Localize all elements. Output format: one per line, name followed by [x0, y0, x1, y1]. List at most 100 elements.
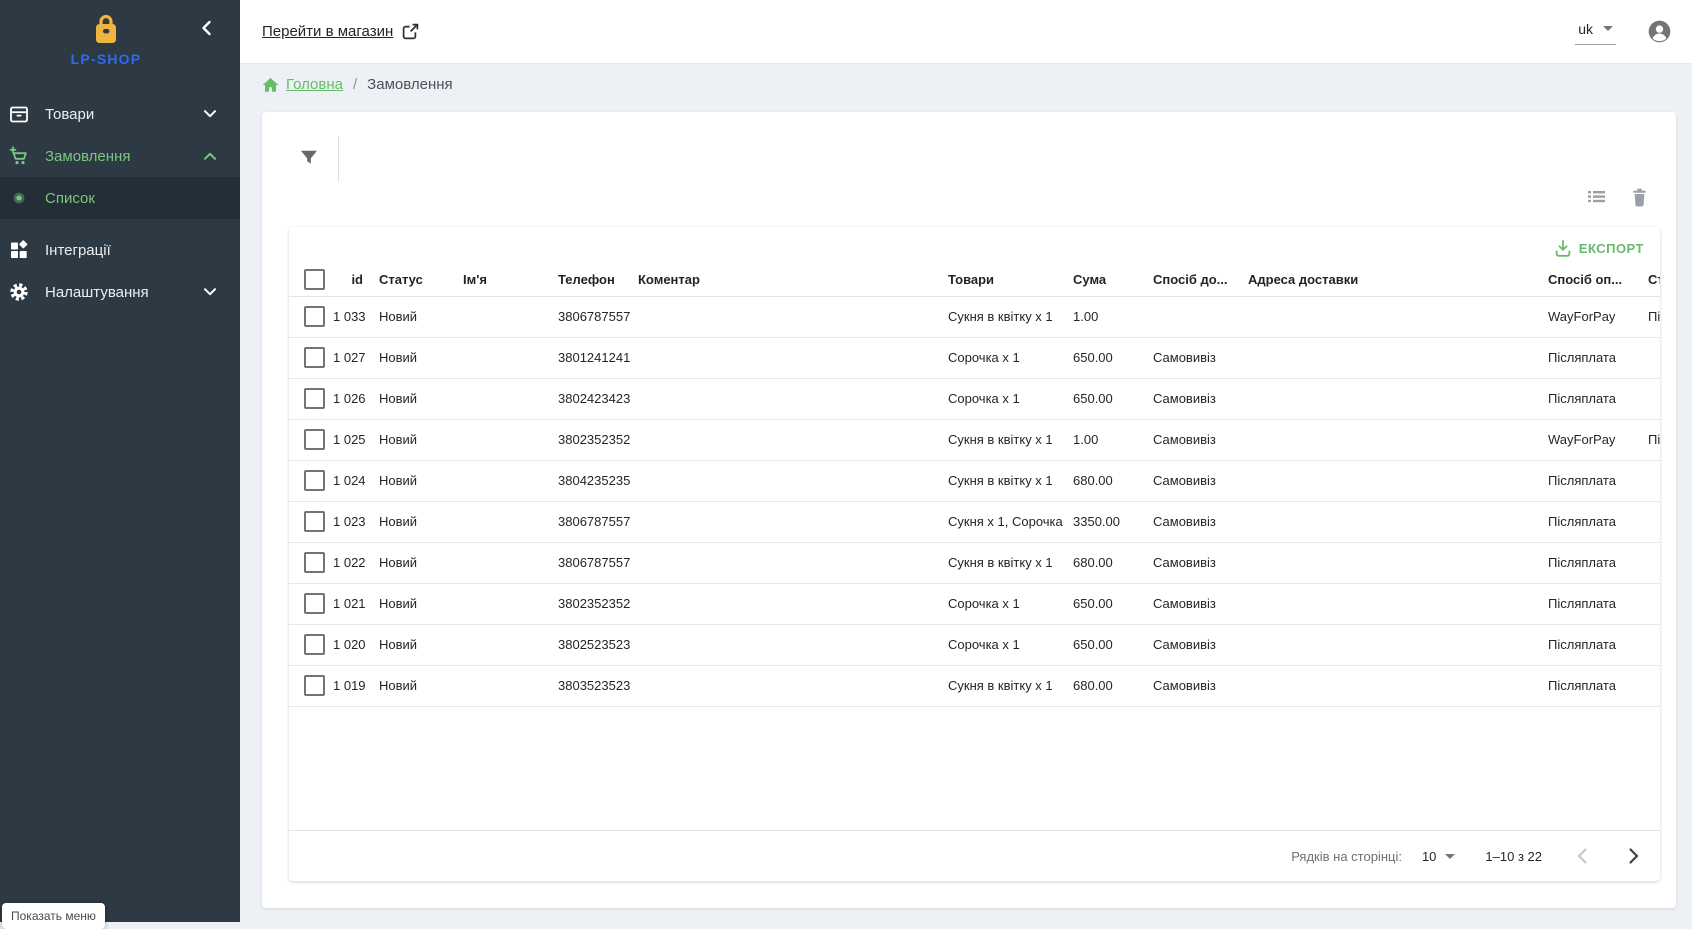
- sidebar-item-orders[interactable]: Замовлення: [0, 135, 240, 177]
- table-row[interactable]: 1 019 Новий 380352352353 Сукня в квітку …: [289, 665, 1660, 706]
- cell-comment: [630, 624, 940, 665]
- cell-name: [455, 542, 550, 583]
- table-row[interactable]: 1 025 Новий 380235235235 Сукня в квітку …: [289, 419, 1660, 460]
- cell-sum: 1.00: [1065, 419, 1145, 460]
- cell-delivery: Самовивіз: [1145, 501, 1240, 542]
- sidebar-item-products[interactable]: Товари: [0, 93, 240, 135]
- row-checkbox-cell: [289, 665, 325, 706]
- column-header-comment[interactable]: Коментар: [630, 263, 940, 296]
- cell-address: [1240, 624, 1540, 665]
- table-row[interactable]: 1 026 Новий 380242342342 Сорочка x 1 650…: [289, 378, 1660, 419]
- cell-goods: Сукня в квітку x 1: [940, 296, 1065, 337]
- cell-phone: 380242342342: [550, 378, 630, 419]
- home-icon: [262, 77, 279, 93]
- cell-status: Новий: [371, 501, 455, 542]
- cell-comment: [630, 583, 940, 624]
- cell-status: Новий: [371, 296, 455, 337]
- sidebar-item-integrations[interactable]: Інтеграції: [0, 229, 240, 271]
- row-checkbox[interactable]: [304, 388, 325, 409]
- cell-address: [1240, 665, 1540, 706]
- cell-payment: Післяплата: [1540, 501, 1640, 542]
- table-row[interactable]: 1 033 Новий 380678755765 Сукня в квітку …: [289, 296, 1660, 337]
- table-row[interactable]: 1 021 Новий 380235235235 Сорочка x 1 650…: [289, 583, 1660, 624]
- row-checkbox[interactable]: [304, 552, 325, 573]
- topbar: Перейти в магазин uk: [240, 0, 1692, 64]
- row-checkbox[interactable]: [304, 306, 325, 327]
- cell-delivery: [1145, 296, 1240, 337]
- cell-name: [455, 419, 550, 460]
- cell-id: 1 025: [325, 419, 371, 460]
- breadcrumb-home-label: Головна: [286, 76, 343, 93]
- row-checkbox[interactable]: [304, 511, 325, 532]
- row-checkbox[interactable]: [304, 347, 325, 368]
- cell-comment: [630, 501, 940, 542]
- cell-comment: [630, 296, 940, 337]
- breadcrumb-home-link[interactable]: Головна: [262, 76, 343, 93]
- table-row[interactable]: 1 027 Новий 380124124124 Сорочка x 1 650…: [289, 337, 1660, 378]
- rows-per-page-label: Рядків на сторінці:: [1291, 849, 1402, 864]
- column-header-id[interactable]: id: [325, 263, 371, 296]
- cell-status: Новий: [371, 583, 455, 624]
- rows-per-page-select[interactable]: 10: [1422, 849, 1455, 864]
- cell-payment-status: Підтверджено: [1640, 296, 1660, 337]
- export-button[interactable]: ЕКСПОРТ: [1549, 236, 1650, 261]
- column-header-status[interactable]: Статус: [371, 263, 455, 296]
- cell-sum: 3350.00: [1065, 501, 1145, 542]
- language-select[interactable]: uk: [1575, 19, 1616, 45]
- collapse-sidebar-button[interactable]: [196, 17, 218, 39]
- table-body: 1 033 Новий 380678755765 Сукня в квітку …: [289, 296, 1660, 706]
- cell-delivery: Самовивіз: [1145, 542, 1240, 583]
- column-header-payment-status[interactable]: Статус оплати: [1640, 263, 1660, 296]
- column-header-address[interactable]: Адреса доставки: [1240, 263, 1540, 296]
- row-checkbox[interactable]: [304, 593, 325, 614]
- cell-payment: Післяплата: [1540, 337, 1640, 378]
- export-label: ЕКСПОРТ: [1579, 241, 1644, 256]
- filter-button[interactable]: [296, 145, 322, 171]
- cell-payment: Післяплата: [1540, 665, 1640, 706]
- cell-phone: 380124124124: [550, 337, 630, 378]
- column-header-name[interactable]: Ім'я: [455, 263, 550, 296]
- cell-comment: [630, 460, 940, 501]
- table-row[interactable]: 1 022 Новий 380678755765 Сукня в квітку …: [289, 542, 1660, 583]
- next-page-button[interactable]: [1622, 844, 1646, 868]
- cell-phone: 380235235235: [550, 419, 630, 460]
- cell-sum: 650.00: [1065, 337, 1145, 378]
- cell-address: [1240, 583, 1540, 624]
- orders-panel: ЕКСПОРТ id Статус Ім'я: [262, 112, 1676, 908]
- cell-delivery: Самовивіз: [1145, 583, 1240, 624]
- cell-id: 1 020: [325, 624, 371, 665]
- row-checkbox[interactable]: [304, 429, 325, 450]
- prev-page-button[interactable]: [1570, 844, 1594, 868]
- cell-sum: 650.00: [1065, 378, 1145, 419]
- column-header-payment[interactable]: Спосіб оп...: [1540, 263, 1640, 296]
- external-link-icon: [402, 23, 419, 40]
- breadcrumb-separator: /: [353, 76, 357, 93]
- table-row[interactable]: 1 020 Новий 380252352352 Сорочка x 1 650…: [289, 624, 1660, 665]
- row-checkbox[interactable]: [304, 675, 325, 696]
- cell-id: 1 023: [325, 501, 371, 542]
- row-checkbox[interactable]: [304, 470, 325, 491]
- table-row[interactable]: 1 024 Новий 380423523523 Сукня в квітку …: [289, 460, 1660, 501]
- sidebar-item-orders-list[interactable]: Список: [0, 177, 240, 219]
- select-all-checkbox[interactable]: [304, 269, 325, 290]
- row-checkbox[interactable]: [304, 634, 325, 655]
- cell-comment: [630, 378, 940, 419]
- table-row[interactable]: 1 023 Новий 380678755722 Сукня x 1, Соро…: [289, 501, 1660, 542]
- sidebar-item-label: Товари: [45, 106, 204, 123]
- pagination-range: 1–10 з 22: [1485, 849, 1542, 864]
- sidebar-item-settings[interactable]: Налаштування: [0, 271, 240, 313]
- sidebar-item-label: Налаштування: [45, 284, 204, 301]
- sidebar-item-label: Список: [45, 190, 228, 207]
- column-header-sum[interactable]: Сума: [1065, 263, 1145, 296]
- column-header-delivery[interactable]: Спосіб до...: [1145, 263, 1240, 296]
- list-view-button[interactable]: [1587, 188, 1606, 207]
- cell-name: [455, 378, 550, 419]
- go-to-shop-link[interactable]: Перейти в магазин: [262, 23, 419, 40]
- cell-address: [1240, 337, 1540, 378]
- user-menu-button[interactable]: [1648, 20, 1671, 43]
- cell-goods: Сорочка x 1: [940, 583, 1065, 624]
- column-header-goods[interactable]: Товари: [940, 263, 1065, 296]
- delete-button[interactable]: [1631, 188, 1648, 207]
- column-header-phone[interactable]: Телефон: [550, 263, 630, 296]
- cell-status: Новий: [371, 542, 455, 583]
